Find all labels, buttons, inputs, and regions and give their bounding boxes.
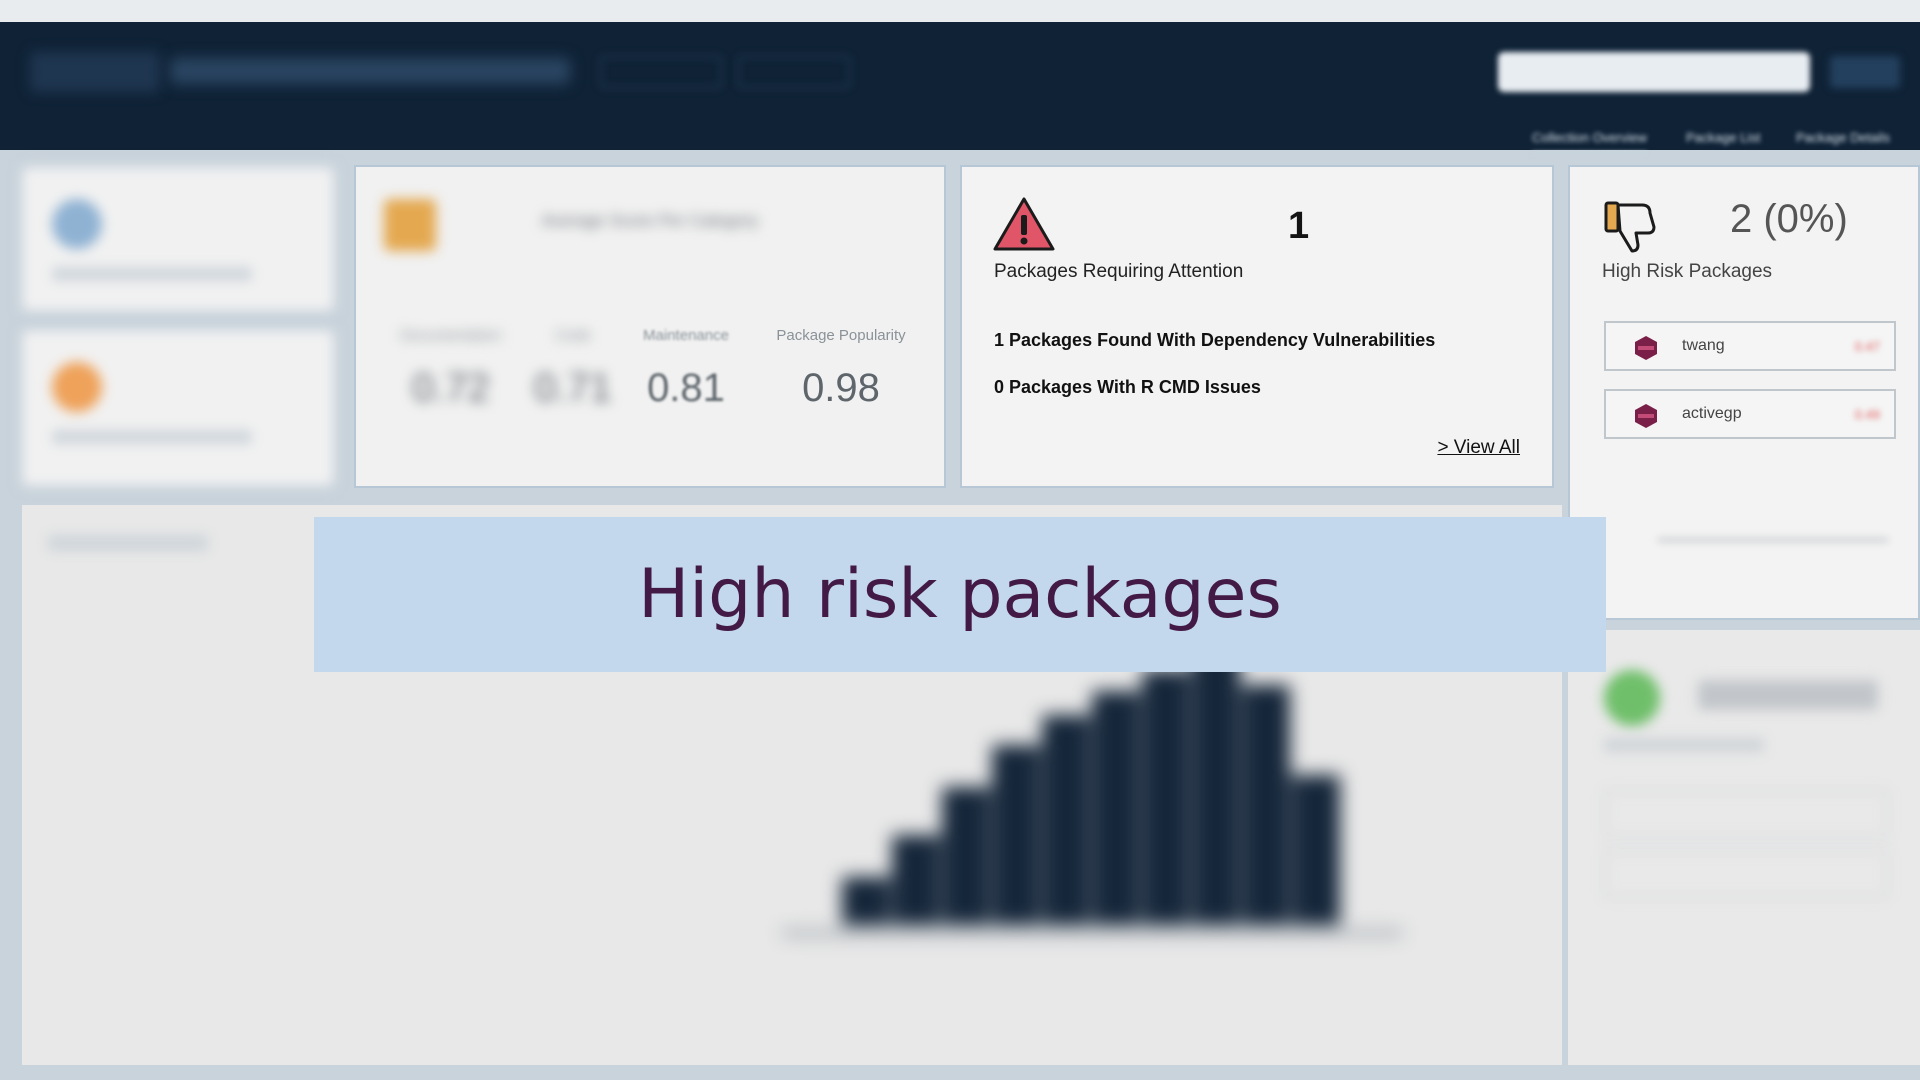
histogram-bar <box>1292 775 1340 925</box>
caption-text: High risk packages <box>638 555 1282 634</box>
rcmd-issues-text: 0 Packages With R CMD Issues <box>994 377 1261 397</box>
histogram-bar <box>1142 670 1190 925</box>
average-score-tile: Average Score Per Category Documentation… <box>354 165 946 488</box>
high-risk-label: High Risk Packages <box>1602 261 1773 282</box>
histogram-bar <box>1092 691 1140 925</box>
package-row-activegp[interactable]: activegp 0.49 <box>1604 389 1896 439</box>
tab-collection-overview[interactable]: Collection Overview <box>1532 130 1647 155</box>
histogram-bar <box>1042 715 1090 925</box>
low-risk-row-1[interactable] <box>1604 790 1888 838</box>
histogram-bar <box>942 787 990 925</box>
low-risk-panel <box>1568 630 1920 1065</box>
warning-icon <box>993 197 1055 251</box>
histogram-bar <box>892 835 940 925</box>
package-name: activegp <box>1682 405 1742 422</box>
package-icon <box>52 199 102 249</box>
score-icon <box>52 362 102 412</box>
thumbs-up-icon <box>1604 670 1660 726</box>
app-header: Collection Overview Package List Package… <box>0 22 1920 155</box>
attention-count: 1 <box>1288 205 1310 247</box>
attention-label: Packages Requiring Attention <box>994 261 1244 282</box>
header-chip-1[interactable] <box>600 56 722 88</box>
score-documentation: Documentation 0.72 <box>400 327 502 410</box>
score-maintenance: Maintenance 0.81 <box>643 327 729 410</box>
summary-label-2 <box>52 430 252 444</box>
app-logo <box>30 52 160 92</box>
package-hex-icon <box>1635 404 1657 428</box>
low-risk-label <box>1604 738 1764 752</box>
dependency-vulnerabilities-text: 1 Packages Found With Dependency Vulnera… <box>994 330 1436 350</box>
lowest-scoring-link[interactable] <box>1658 525 1888 541</box>
caption-banner: High risk packages <box>314 517 1606 672</box>
search-input[interactable] <box>1498 52 1810 92</box>
window-top-strip <box>0 0 1920 22</box>
summary-label-1 <box>52 267 252 281</box>
histogram-bar <box>992 745 1040 925</box>
header-chip-2[interactable] <box>738 56 850 88</box>
thumbs-down-icon <box>1604 201 1656 253</box>
histogram-bar <box>1242 685 1290 925</box>
high-risk-tile: 2 (0%) High Risk Packages twang 0.47 act… <box>1568 165 1920 620</box>
high-risk-count: 2 (0%) <box>1730 197 1848 241</box>
package-name: twang <box>1682 337 1725 354</box>
average-score-title: Average Score Per Category <box>541 211 759 230</box>
package-score: 0.47 <box>1854 339 1880 354</box>
tab-package-list[interactable]: Package List <box>1686 130 1760 145</box>
low-risk-count <box>1698 680 1878 710</box>
app-title <box>170 58 570 84</box>
view-all-link[interactable]: > View All <box>1437 437 1520 459</box>
score-code: Code 0.71 <box>534 327 612 410</box>
attention-tile: 1 Packages Requiring Attention 1 Package… <box>960 165 1554 488</box>
score-package-popularity: Package Popularity 0.98 <box>776 327 906 410</box>
histogram-bar <box>842 877 890 925</box>
low-risk-row-2[interactable] <box>1604 850 1888 898</box>
summary-tile-2 <box>20 328 336 488</box>
package-hex-icon <box>1635 336 1657 360</box>
package-row-twang[interactable]: twang 0.47 <box>1604 321 1896 371</box>
summary-tile-1 <box>20 165 336 313</box>
tab-package-details[interactable]: Package Details <box>1796 130 1890 145</box>
header-button[interactable] <box>1830 56 1900 88</box>
package-score: 0.49 <box>1854 407 1880 422</box>
